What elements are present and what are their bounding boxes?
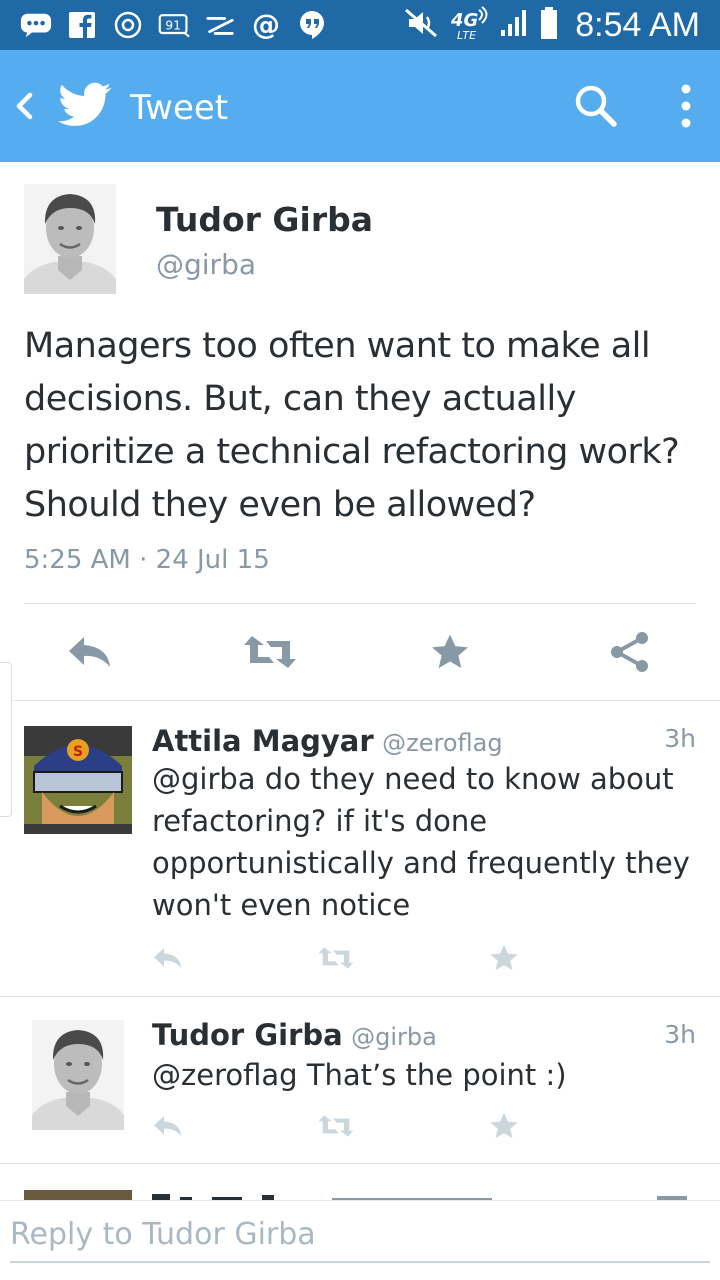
hangouts-icon (296, 9, 328, 41)
instagram-icon (112, 9, 144, 41)
reply-author-name[interactable]: Tudor Girba (152, 1018, 343, 1052)
retweet-button[interactable] (316, 940, 356, 980)
calendar-icon: 91 (158, 9, 190, 41)
mute-icon (403, 7, 439, 44)
reply-icon (152, 1114, 184, 1143)
avatar[interactable]: S (24, 726, 132, 834)
list-item (152, 1188, 692, 1200)
avatar[interactable] (24, 1020, 132, 1130)
star-icon (430, 632, 470, 677)
favorite-button[interactable] (484, 1108, 524, 1148)
facebook-icon (66, 9, 98, 41)
swipe-icon (204, 9, 236, 41)
reply-header: Attila Magyar @zeroflag (152, 724, 503, 758)
reply-composer (0, 1200, 720, 1280)
star-icon (489, 943, 519, 978)
at-icon: @ (250, 9, 282, 41)
reply-button[interactable] (62, 626, 118, 682)
favorite-button[interactable] (422, 626, 478, 682)
retweet-icon (242, 634, 298, 675)
reply-text: @zeroflag That’s the point :) (152, 1058, 567, 1092)
svg-text:4G: 4G (450, 10, 478, 31)
author-name[interactable]: Tudor Girba (156, 200, 373, 239)
reply-icon (152, 946, 184, 975)
back-arrow-icon[interactable] (10, 86, 40, 126)
reply-header: Tudor Girba @girba (152, 1018, 437, 1052)
reply-icon (66, 634, 114, 675)
page-title: Tweet (130, 88, 229, 128)
app-bar: Tweet (0, 50, 720, 162)
author-handle[interactable]: @girba (156, 248, 256, 281)
star-icon (489, 1111, 519, 1146)
retweet-icon (317, 946, 355, 975)
divider (0, 1163, 720, 1164)
retweet-button[interactable] (316, 1108, 356, 1148)
reply-input[interactable] (10, 1213, 710, 1263)
tweet-text: Managers too often want to make all deci… (24, 326, 680, 525)
twitter-bird-icon[interactable] (58, 82, 112, 128)
tweet-timestamp: 5:25 AM · 24 Jul 15 (24, 545, 270, 575)
reply-button[interactable] (148, 1108, 188, 1148)
overflow-menu-icon[interactable] (676, 82, 696, 130)
clock: 8:54 AM (575, 5, 700, 44)
reply-text: @girba do they need to know about refact… (152, 762, 690, 922)
svg-text:@: @ (252, 10, 280, 40)
notification-icons: 91 @ (20, 6, 328, 44)
system-icons: 4G LTE 8:54 AM (403, 4, 700, 46)
svg-text:S: S (73, 744, 83, 760)
drawer-handle[interactable] (0, 662, 12, 817)
reply-author-handle[interactable]: @girba (351, 1023, 437, 1051)
battery-icon (539, 6, 559, 45)
avatar[interactable] (24, 184, 116, 294)
reply-time: 3h (664, 1020, 696, 1049)
retweet-button[interactable] (242, 626, 298, 682)
lte-icon: 4G LTE (449, 5, 489, 45)
reply-time: 3h (664, 724, 696, 753)
signal-icon (499, 8, 529, 43)
reply-author-name[interactable]: Attila Magyar (152, 724, 374, 758)
svg-text:91: 91 (165, 17, 181, 32)
share-icon (608, 630, 652, 679)
divider (24, 603, 696, 604)
divider (0, 996, 720, 997)
search-icon[interactable] (572, 82, 620, 130)
message-icon (20, 9, 52, 41)
divider (0, 700, 720, 701)
reply-button[interactable] (148, 940, 188, 980)
favorite-button[interactable] (484, 940, 524, 980)
share-button[interactable] (602, 626, 658, 682)
svg-text:LTE: LTE (457, 29, 476, 40)
retweet-icon (317, 1114, 355, 1143)
status-bar: 91 @ 4G LTE 8:54 AM (0, 0, 720, 50)
reply-author-handle[interactable]: @zeroflag (382, 729, 502, 757)
